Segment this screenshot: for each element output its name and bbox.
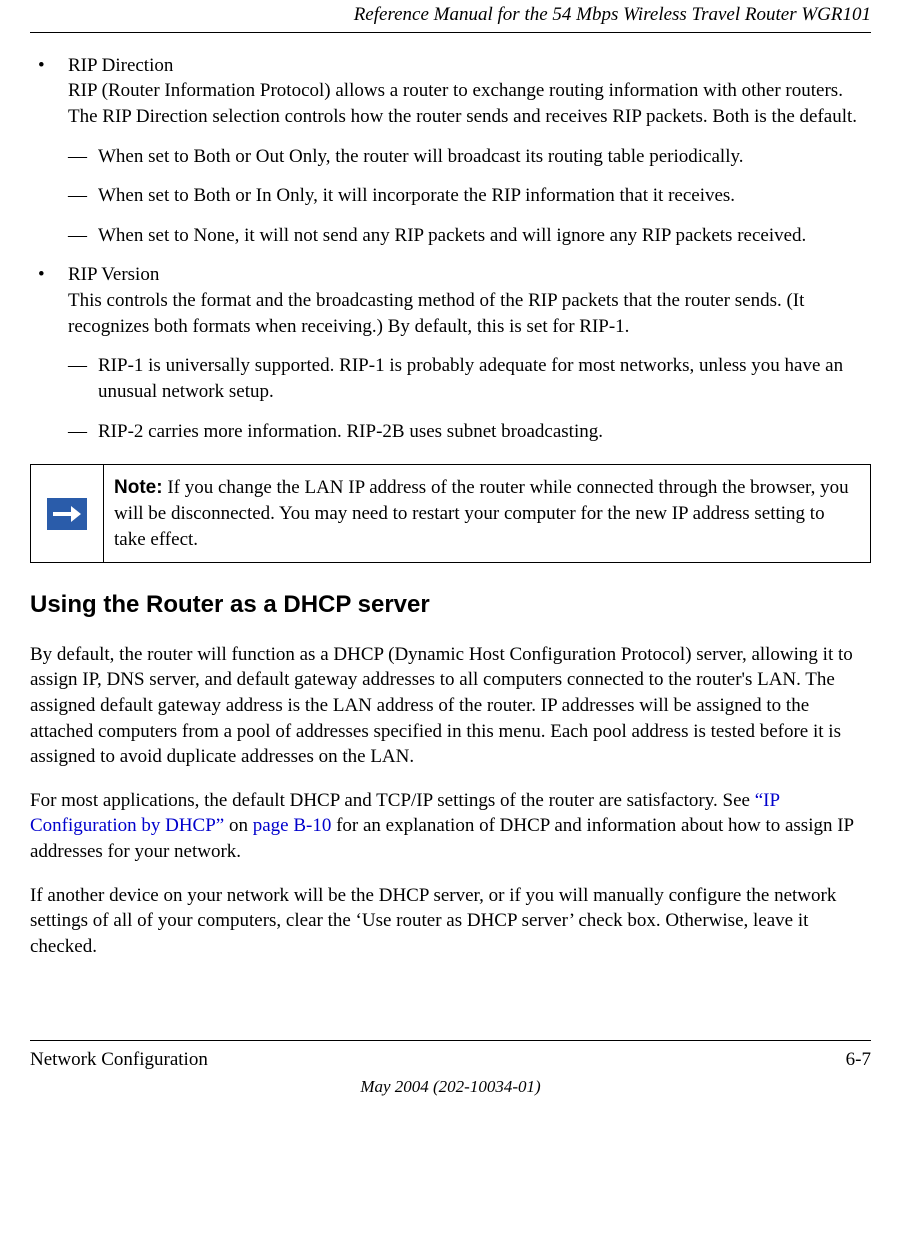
footer: Network Configuration 6-7 May 2004 (202-… [30,1040,871,1100]
footer-section: Network Configuration [30,1047,208,1073]
link-page-b10[interactable]: page B-10 [253,815,332,836]
paragraph: If another device on your network will b… [30,883,871,960]
dash-marker: — [68,419,98,445]
text: on [224,815,253,836]
footer-date: May 2004 (202-10034-01) [30,1072,871,1099]
dash-body: When set to Both or In Only, it will inc… [98,183,871,209]
text: For most applications, the default DHCP … [30,790,755,811]
dash-body: When set to None, it will not send any R… [98,223,871,249]
arrow-right-icon [47,498,87,530]
dash-marker: — [68,353,98,404]
section-heading-dhcp: Using the Router as a DHCP server [30,589,871,621]
dash-body: When set to Both or Out Only, the router… [98,144,871,170]
rip-version-body: This controls the format and the broadca… [68,290,804,337]
dash-item: — RIP-2 carries more information. RIP-2B… [68,419,871,445]
bullet-rip-direction: • RIP Direction RIP (Router Information … [30,53,871,130]
note-text: If you change the LAN IP address of the … [114,477,849,549]
dash-item: — When set to Both or In Only, it will i… [68,183,871,209]
header-rule [30,32,871,33]
rip-direction-title: RIP Direction [68,55,173,76]
dash-body: RIP-1 is universally supported. RIP-1 is… [98,353,871,404]
dash-body: RIP-2 carries more information. RIP-2B u… [98,419,871,445]
dash-item: — When set to Both or Out Only, the rout… [68,144,871,170]
bullet-marker: • [30,53,68,130]
bullet-rip-version: • RIP Version This controls the format a… [30,262,871,339]
dash-marker: — [68,223,98,249]
paragraph: By default, the router will function as … [30,642,871,770]
note-box: Note: If you change the LAN IP address o… [30,464,871,563]
note-label: Note: [114,477,163,498]
bullet-marker: • [30,262,68,339]
note-icon-cell [31,465,104,563]
dash-item: — When set to None, it will not send any… [68,223,871,249]
dash-item: — RIP-1 is universally supported. RIP-1 … [68,353,871,404]
paragraph: For most applications, the default DHCP … [30,788,871,865]
rip-version-title: RIP Version [68,264,159,285]
footer-page-number: 6-7 [846,1047,871,1073]
dash-marker: — [68,144,98,170]
note-text-cell: Note: If you change the LAN IP address o… [104,465,871,563]
dash-marker: — [68,183,98,209]
rip-direction-body: RIP (Router Information Protocol) allows… [68,80,857,127]
header-title: Reference Manual for the 54 Mbps Wireles… [30,0,871,32]
